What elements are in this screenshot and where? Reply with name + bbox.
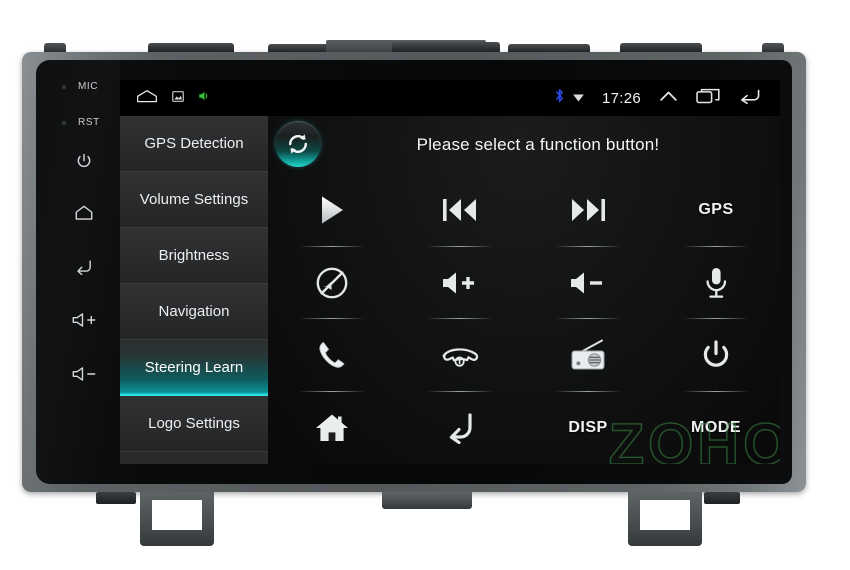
hardkey-mic-label: MIC [78, 81, 99, 92]
sidebar-item-label: Brightness [158, 247, 230, 264]
function-button-home[interactable] [268, 392, 396, 465]
volume-down-icon [72, 367, 96, 381]
radio-icon [571, 339, 605, 370]
function-button-gps[interactable]: GPS [652, 174, 780, 247]
volume-icon [199, 91, 208, 101]
function-button-label: GPS [698, 201, 734, 219]
hardware-key-column: MIC RST [36, 60, 120, 484]
phone-call-icon [319, 342, 345, 368]
function-button-volume-up[interactable] [396, 247, 524, 320]
function-button-mute[interactable] [268, 247, 396, 320]
sidebar-item-label: Steering Learn [144, 358, 244, 376]
status-bar-right: 17:26 [554, 88, 780, 109]
function-button-power[interactable] [652, 319, 780, 392]
sidebar-item-navigation[interactable]: Navigation [120, 284, 268, 340]
home-icon [316, 414, 348, 442]
sidebar-item-label: GPS Detection [144, 135, 244, 152]
function-button-radio[interactable] [524, 319, 652, 392]
function-button-next[interactable] [524, 174, 652, 247]
mount-nub-bottom-right [704, 492, 740, 504]
microphone-icon [706, 267, 727, 298]
mount-bracket-right-cutout [640, 500, 690, 530]
volume-up-icon [72, 313, 96, 327]
hardkey-reset-label[interactable]: RST [60, 117, 116, 128]
power-icon [77, 153, 91, 168]
next-track-icon [572, 199, 605, 222]
panel-header: Please select a function button! [268, 116, 780, 174]
sidebar-item-label: Volume Settings [139, 191, 249, 208]
hardkey-volume-up-button[interactable] [56, 312, 112, 332]
sidebar-item-logo-settings[interactable]: Logo Settings [120, 396, 268, 452]
status-volume-icon [198, 89, 210, 107]
sidebar-item-steering-learn[interactable]: Steering Learn [120, 340, 268, 396]
function-button-call[interactable] [268, 319, 396, 392]
dropdown-triangle-icon[interactable] [573, 89, 584, 107]
status-screenshot-icon [172, 89, 184, 107]
back-icon [449, 413, 472, 444]
status-bar-left [120, 89, 210, 108]
hardkey-power-button[interactable] [56, 152, 112, 174]
device-bezel: MIC RST 17:26 GPS Detection Volume Setti… [36, 60, 792, 484]
hardkey-home-button[interactable] [56, 204, 112, 225]
function-button-volume-down[interactable] [524, 247, 652, 320]
refresh-icon [288, 134, 308, 154]
back-icon [77, 260, 91, 276]
sidebar-item-brightness[interactable]: Brightness [120, 228, 268, 284]
status-back-arrow-icon[interactable] [738, 88, 762, 109]
mute-icon [316, 267, 348, 299]
phone-hangup-icon [442, 348, 479, 367]
sidebar-item-label: Navigation [158, 303, 230, 320]
mount-bracket-left-cutout [152, 500, 202, 530]
function-button-label: MODE [691, 418, 741, 436]
status-bar-clock: 17:26 [601, 89, 641, 107]
function-button-play[interactable] [268, 174, 396, 247]
panel-title: Please select a function button! [416, 135, 660, 154]
function-button-back[interactable] [396, 392, 524, 465]
recent-apps-icon[interactable] [696, 88, 720, 109]
mount-nub-bottom-left [96, 492, 136, 504]
volume-down-icon [571, 272, 602, 294]
sidebar-item-volume-settings[interactable]: Volume Settings [120, 172, 268, 228]
hardkey-back-button[interactable] [56, 258, 112, 279]
sidebar-item-gps-detection[interactable]: GPS Detection [120, 116, 268, 172]
hardkey-volume-down-button[interactable] [56, 366, 112, 386]
function-button-hangup[interactable] [396, 319, 524, 392]
function-button-mode[interactable]: MODE [652, 392, 780, 465]
function-button-label: DISP [568, 418, 608, 436]
device-frame: MIC RST 17:26 GPS Detection Volume Setti… [22, 52, 806, 492]
screenshot-icon [172, 91, 184, 102]
steering-learn-panel: Please select a function button! GPS DIS… [268, 116, 780, 464]
function-button-voice[interactable] [652, 247, 780, 320]
android-status-bar: 17:26 [120, 80, 780, 116]
screenshot-root: MIC RST 17:26 GPS Detection Volume Setti… [0, 0, 850, 570]
settings-screen: GPS Detection Volume Settings Brightness… [120, 116, 780, 464]
settings-sidebar: GPS Detection Volume Settings Brightness… [120, 116, 268, 464]
function-button-disp[interactable]: DISP [524, 392, 652, 465]
previous-track-icon [443, 199, 476, 222]
touchscreen[interactable]: 17:26 GPS Detection Volume Settings Brig… [120, 80, 780, 464]
status-home-icon[interactable] [136, 89, 158, 108]
play-icon [322, 196, 343, 224]
sidebar-item-label: Logo Settings [148, 415, 240, 432]
home-icon [75, 205, 93, 220]
mount-bracket-bottom-center [382, 492, 472, 509]
chevron-up-icon[interactable] [659, 89, 678, 108]
refresh-button[interactable] [275, 121, 321, 167]
power-icon [703, 340, 729, 367]
volume-up-icon [443, 272, 474, 294]
function-button-previous[interactable] [396, 174, 524, 247]
function-button-grid: GPS DISP MODE [268, 174, 780, 464]
bluetooth-icon [554, 88, 565, 108]
